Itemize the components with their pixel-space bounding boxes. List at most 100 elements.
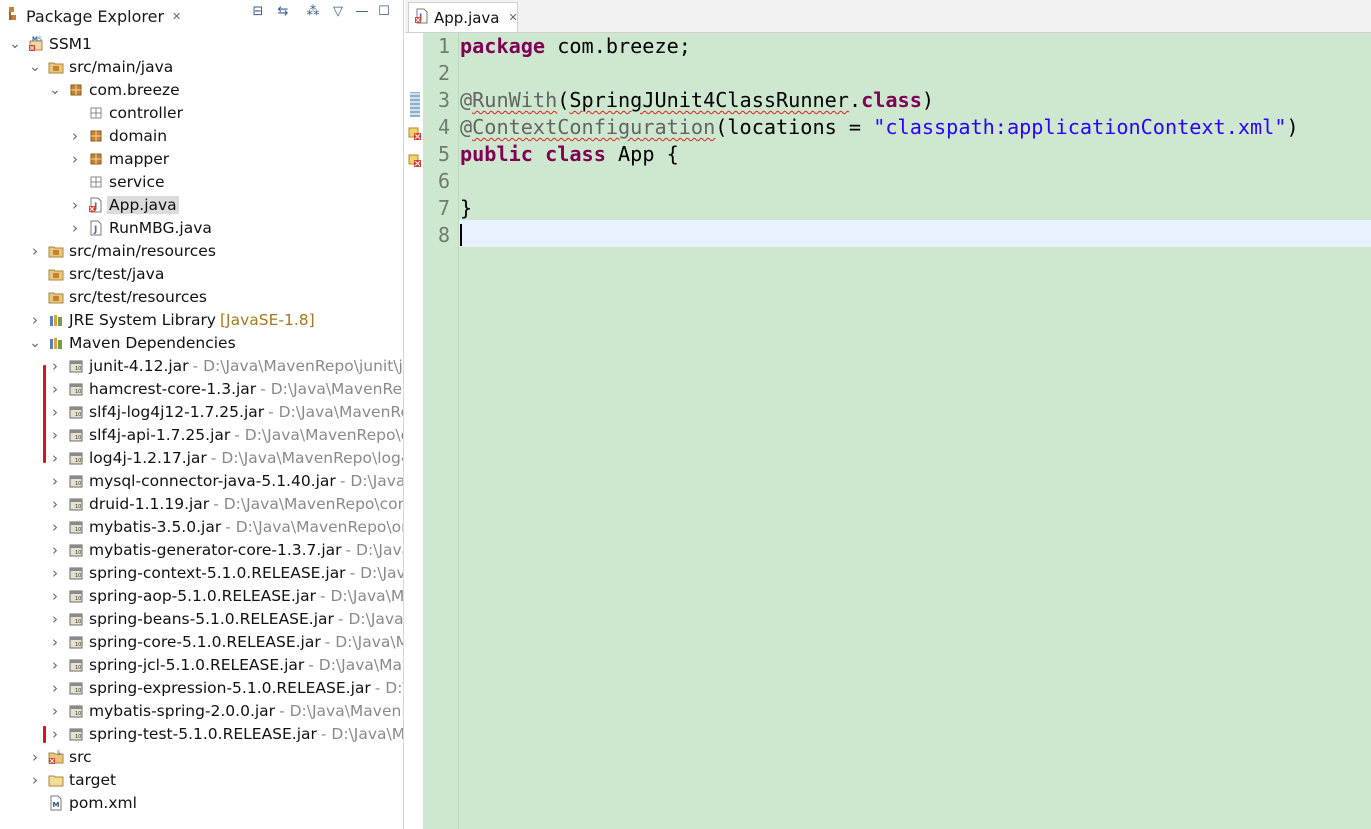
tree-item-spring-jcl-5-1-0-release-jar[interactable]: › 10 spring-jcl-5.1.0.RELEASE.jar - D:\Java… [0,653,403,676]
tree-item-src-test-java[interactable]: src/test/java [0,262,164,285]
chevron-right-icon[interactable]: › [48,656,62,674]
tree-item-src[interactable]: › Ssrc [0,745,92,768]
view-menu-icon[interactable]: ▽ [330,4,346,20]
code-area[interactable]: package com.breeze; @RunWith(SpringJUnit4… [459,33,1371,829]
chevron-right-icon[interactable]: › [48,564,62,582]
jar-path-decoration: - D:\Java\Maver [308,655,403,674]
chevron-right-icon[interactable]: › [48,403,62,421]
tree-item-spring-aop-5-1-0-release-jar[interactable]: › 10 spring-aop-5.1.0.RELEASE.jar - D:\Java… [0,584,403,607]
tree-item-runmbg-java[interactable]: › J RunMBG.java [0,216,212,239]
maximize-icon[interactable]: ☐ [376,4,392,20]
line-number: 8 [437,223,450,247]
text-caret [460,224,462,246]
chevron-right-icon[interactable]: › [48,725,62,743]
svg-text:S: S [38,36,42,43]
svg-text:10: 10 [75,412,81,418]
tree-item-mybatis-spring-2-0-0-jar[interactable]: › 10 mybatis-spring-2.0.0.jar - D:\Java\Mav… [0,699,403,722]
chevron-right-icon[interactable]: › [28,311,42,329]
tree-item-mybatis-generator-core-1-3-7-jar[interactable]: › 10 mybatis-generator-core-1.3.7.jar - D:\… [0,538,403,561]
tree-item-target[interactable]: › target [0,768,116,791]
chevron-right-icon[interactable]: › [28,242,42,260]
chevron-right-icon[interactable]: › [48,472,62,490]
svg-text:10: 10 [75,619,81,625]
tree-item-spring-expression-5-1-0-release-jar[interactable]: › 10 spring-expression-5.1.0.RELEASE.jar - … [0,676,403,699]
collapse-all-icon[interactable]: ⊟ [250,4,266,20]
chevron-right-icon[interactable]: › [28,771,42,789]
chevron-right-icon[interactable]: › [28,748,42,766]
tree-item-spring-test-5-1-0-release-jar[interactable]: › 10 spring-test-5.1.0.RELEASE.jar - D:\Jav… [0,722,403,745]
tree-item-ssm1[interactable]: ⌄ M S SSM1 [0,32,92,55]
chevron-right-icon[interactable]: › [68,196,82,214]
jar-path-decoration: - D:\Java\MavenRe [279,701,403,720]
tree-item-spring-core-5-1-0-release-jar[interactable]: › 10 spring-core-5.1.0.RELEASE.jar - D:\Jav… [0,630,403,653]
tree-item-src-main-resources[interactable]: › src/main/resources [0,239,216,262]
tree-item-src-test-resources[interactable]: src/test/resources [0,285,207,308]
package-explorer-tab[interactable]: Package Explorer ✕ [0,2,181,30]
chevron-right-icon[interactable]: › [68,150,82,168]
tree-item-label: pom.xml [69,793,137,812]
code-line: @ContextConfiguration(locations = "class… [460,114,1299,141]
code-token: ( [557,88,570,112]
chevron-right-icon[interactable]: › [48,610,62,628]
tree-item-jre-system-library[interactable]: › JRE System Library [JavaSE-1.8] [0,308,315,331]
editor-tab-app-java[interactable]: J App.java ✕ [408,2,518,32]
tree-item-domain[interactable]: › domain [0,124,167,147]
close-icon[interactable]: ✕ [172,10,181,23]
package-explorer-view: Package Explorer ✕ ⊟ ⇆ ⁂ ▽ — ☐ ⌄ M S SSM1 ⌄ src/ma… [0,0,404,829]
chevron-right-icon[interactable]: › [48,702,62,720]
tree-item-mapper[interactable]: › mapper [0,147,169,170]
tree-item-app-java[interactable]: › J App.java [0,193,179,216]
tree-item-mybatis-3-5-0-jar[interactable]: › 10 mybatis-3.5.0.jar - D:\Java\MavenRepo\… [0,515,403,538]
tree-item-mysql-connector-java-5-1-40-jar[interactable]: › 10 mysql-connector-java-5.1.40.jar - D:\J… [0,469,403,492]
tree-item-spring-context-5-1-0-release-jar[interactable]: › 10 spring-context-5.1.0.RELEASE.jar - D:\… [0,561,403,584]
chevron-right-icon[interactable]: › [48,541,62,559]
link-with-editor-icon[interactable]: ⇆ [275,4,291,20]
error-marker-icon[interactable] [408,125,421,140]
jar-icon: 10 [68,450,84,466]
line-number: 2 [437,61,450,85]
jar-path-decoration: - D:\Java\MavenRep [268,402,403,421]
error-marker-icon[interactable] [408,152,421,167]
tree-item-label: slf4j-api-1.7.25.jar [89,425,231,444]
chevron-right-icon[interactable]: › [68,219,82,237]
tree-item-junit-4-12-jar[interactable]: › 10 junit-4.12.jar - D:\Java\MavenRepo\jun… [0,354,403,377]
chevron-right-icon[interactable]: › [48,380,62,398]
chevron-down-icon[interactable]: ⌄ [48,83,62,97]
chevron-right-icon[interactable]: › [48,426,62,444]
tree-item-com-breeze[interactable]: ⌄ com.breeze [0,78,180,101]
chevron-right-icon[interactable]: › [48,357,62,375]
chevron-down-icon[interactable]: ⌄ [28,60,42,74]
highlight-mark [43,726,46,743]
tree-item-label: Maven Dependencies [69,333,236,352]
tree-item-log4j-1-2-17-jar[interactable]: › 10 log4j-1.2.17.jar - D:\Java\MavenRepo\l… [0,446,403,469]
chevron-right-icon[interactable]: › [48,449,62,467]
code-token: public [460,142,533,166]
filters-icon[interactable]: ⁂ [305,4,321,20]
close-icon[interactable]: ✕ [509,11,518,24]
tree-item-slf4j-api-1-7-25-jar[interactable]: › 10 slf4j-api-1.7.25.jar - D:\Java\MavenRe… [0,423,403,446]
line-number: 1 [437,34,450,58]
minimize-icon[interactable]: — [354,4,370,20]
tree-item-slf4j-log4j12-1-7-25-jar[interactable]: › 10 slf4j-log4j12-1.7.25.jar - D:\Java\Mav… [0,400,403,423]
tree-item-spring-beans-5-1-0-release-jar[interactable]: › 10 spring-beans-5.1.0.RELEASE.jar - D:\Ja… [0,607,403,630]
tree-item-druid-1-1-19-jar[interactable]: › 10 druid-1.1.19.jar - D:\Java\MavenRepo\c… [0,492,403,515]
chevron-right-icon[interactable]: › [68,127,82,145]
java-file-error-icon: J [415,8,429,28]
chevron-right-icon[interactable]: › [48,495,62,513]
chevron-right-icon[interactable]: › [48,679,62,697]
jar-icon: 10 [68,427,84,443]
library-icon [48,335,64,351]
tree-item-pom-xml[interactable]: Mpom.xml [0,791,137,814]
chevron-right-icon[interactable]: › [48,633,62,651]
tree-item-controller[interactable]: controller [0,101,183,124]
tree-item-service[interactable]: service [0,170,165,193]
chevron-right-icon[interactable]: › [48,587,62,605]
annotation-ruler [405,33,423,829]
chevron-right-icon[interactable]: › [48,518,62,536]
tree-item-src-main-java[interactable]: ⌄ src/main/java [0,55,173,78]
chevron-down-icon[interactable]: ⌄ [8,37,22,51]
chevron-down-icon[interactable]: ⌄ [28,336,42,350]
code-token: class [861,88,922,112]
tree-item-hamcrest-core-1-3-jar[interactable]: › 10 hamcrest-core-1.3.jar - D:\Java\MavenR… [0,377,403,400]
tree-item-maven-dependencies[interactable]: ⌄ Maven Dependencies [0,331,236,354]
